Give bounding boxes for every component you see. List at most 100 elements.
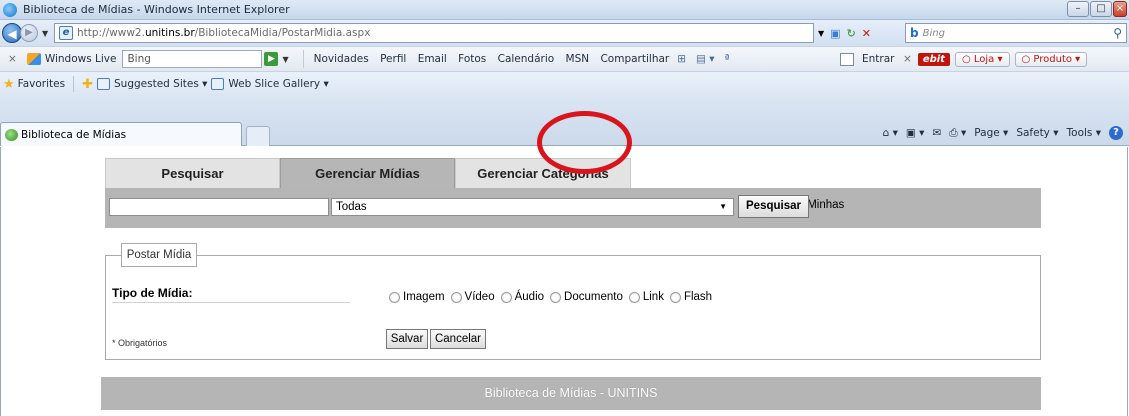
tab-gerenciar-midias[interactable]: Gerenciar Mídias xyxy=(280,158,455,188)
radio-link[interactable]: Link xyxy=(628,291,664,303)
feeds-icon[interactable]: ▣ ▾ xyxy=(906,127,925,139)
forward-button[interactable]: ▶ xyxy=(20,24,38,42)
search-placeholder: Bing xyxy=(922,27,945,39)
page-menu[interactable]: Page ▾ xyxy=(974,127,1008,139)
radio-button[interactable] xyxy=(389,291,400,303)
save-button[interactable]: Salvar xyxy=(386,329,428,349)
tab-pesquisar[interactable]: Pesquisar xyxy=(105,158,280,188)
minimize-button[interactable]: – xyxy=(1067,1,1089,17)
tab-favicon xyxy=(5,128,18,141)
link-email[interactable]: Email xyxy=(418,53,447,65)
url-field[interactable]: e http://www2.unitins.br/BibliotecaMidia… xyxy=(54,23,814,43)
favorites-bar: ★ Favorites ✚ Suggested Sites ▾ Web Slic… xyxy=(0,72,1129,96)
radio-button[interactable] xyxy=(669,291,681,303)
tools-menu[interactable]: Tools ▾ xyxy=(1067,127,1101,139)
radio-documento[interactable]: Documento xyxy=(550,291,623,303)
signin-icon xyxy=(840,52,854,66)
recent-pages-dropdown[interactable]: ▼ xyxy=(42,29,48,38)
suggested-sites-link[interactable]: Suggested Sites ▾ xyxy=(114,78,207,90)
web-slice-icon xyxy=(211,78,225,90)
search-bar: Todas ▼ Somente Minhas Pesquisar xyxy=(105,188,1041,228)
search-input[interactable] xyxy=(109,198,329,216)
search-box[interactable]: b Bing ⚲ xyxy=(905,23,1127,43)
cancel-button[interactable]: Cancelar xyxy=(430,329,486,349)
refresh-icon[interactable]: ↻ xyxy=(847,27,856,40)
window-title: Biblioteca de Mídias - Windows Internet … xyxy=(23,3,290,16)
command-bar: ⌂ ▾ ▣ ▾ ✉ ⎙ ▾ Page ▾ Safety ▾ Tools ▾ ? xyxy=(875,126,1123,140)
toolbar-separator xyxy=(302,50,304,68)
radio-imagem[interactable]: Imagem xyxy=(389,291,445,303)
mail-icon[interactable]: ✉ xyxy=(932,127,941,139)
help-icon[interactable]: ? xyxy=(1109,126,1123,140)
ebit-loja-button[interactable]: ○ Loja ▾ xyxy=(954,51,1010,67)
search-icon[interactable]: ⚲ xyxy=(1113,26,1122,40)
compatibility-view-icon[interactable]: ▣ xyxy=(830,27,840,40)
signin-link[interactable]: Entrar xyxy=(862,53,894,65)
close-window-button[interactable]: × xyxy=(1113,1,1127,17)
safety-menu[interactable]: Safety ▾ xyxy=(1016,127,1058,139)
category-select-value: Todas xyxy=(336,201,367,213)
radio-flash[interactable]: Flash xyxy=(669,291,712,303)
radio-video[interactable]: Vídeo xyxy=(450,291,495,303)
tab-gerenciar-categorias[interactable]: Gerenciar Categorias xyxy=(455,158,631,188)
favorites-button[interactable]: Favorites xyxy=(18,78,65,90)
form-legend: Postar Mídia xyxy=(121,243,197,267)
maximize-button[interactable]: □ xyxy=(1090,1,1112,17)
home-icon[interactable]: ⌂ ▾ xyxy=(883,127,898,139)
share-icon[interactable]: ⊞ xyxy=(677,53,686,65)
favorites-star-icon: ★ xyxy=(3,76,15,92)
radio-button[interactable] xyxy=(628,291,640,303)
url-dropdown-icon[interactable]: ▼ xyxy=(818,29,824,38)
link-fotos[interactable]: Fotos xyxy=(458,53,486,65)
window-right-border xyxy=(1127,147,1128,416)
page-content: Pesquisar Gerenciar Mídias Gerenciar Cat… xyxy=(0,147,1129,416)
browser-tab-bar: Biblioteca de Mídias ⌂ ▾ ▣ ▾ ✉ ⎙ ▾ Page … xyxy=(0,96,1129,146)
favorites-separator xyxy=(73,76,75,92)
close-toolbar-icon[interactable]: × xyxy=(8,53,17,65)
new-tab-button[interactable] xyxy=(246,126,270,146)
window-title-bar: Biblioteca de Mídias - Windows Internet … xyxy=(0,0,1129,20)
url-text[interactable]: http://www2.unitins.br/BibliotecaMidia/P… xyxy=(77,27,370,39)
live-links: Novidades Perfil Email Fotos Calendário … xyxy=(314,53,678,65)
stop-icon[interactable]: ✕ xyxy=(862,27,871,40)
link-compartilhar[interactable]: Compartilhar xyxy=(600,53,669,65)
suggested-sites-icon xyxy=(97,78,110,90)
signin-group: Entrar xyxy=(840,52,894,66)
url-tools: ▼ ▣ ↻ ✕ xyxy=(818,23,877,43)
live-search-input[interactable]: Bing xyxy=(122,50,263,68)
postar-midia-form: Postar Mídia Tipo de Mídia: Imagem Vídeo… xyxy=(105,243,1041,360)
ebit-toolbar: × ebit ○ Loja ▾ ○ Produto ▾ xyxy=(903,51,1088,67)
live-search-dropdown[interactable]: ▼ xyxy=(282,55,288,64)
ebit-produto-button[interactable]: ○ Produto ▾ xyxy=(1014,51,1088,67)
add-favorite-icon[interactable]: ✚ xyxy=(82,77,93,92)
window-controls: – □ × xyxy=(1066,1,1127,17)
print-icon[interactable]: ⎙ ▾ xyxy=(949,127,966,140)
live-search-go-icon[interactable]: ▶ xyxy=(264,52,279,66)
tipo-midia-label: Tipo de Mídia: xyxy=(112,286,193,300)
radio-button[interactable] xyxy=(500,291,512,303)
windows-live-icon xyxy=(26,53,41,65)
windows-live-label[interactable]: Windows Live xyxy=(45,53,117,65)
category-select[interactable]: Todas ▼ xyxy=(331,198,734,216)
windows-live-toolbar: × Windows Live Bing ▶ ▼ Novidades Perfil… xyxy=(0,46,1129,72)
media-type-radio-group: Imagem Vídeo Áudio Documento Link Flash xyxy=(389,291,718,303)
link-msn[interactable]: MSN xyxy=(566,53,590,65)
site-footer: Biblioteca de Mídias - UNITINS xyxy=(101,377,1041,410)
label-underline xyxy=(112,302,350,303)
ebit-logo[interactable]: ebit xyxy=(917,52,950,66)
translate-icon[interactable]: ª xyxy=(725,53,730,65)
back-button[interactable]: ◀ xyxy=(2,23,22,43)
close-ebit-icon[interactable]: × xyxy=(903,53,912,65)
web-slice-gallery-link[interactable]: Web Slice Gallery ▾ xyxy=(228,78,328,90)
browser-tab-active[interactable]: Biblioteca de Mídias xyxy=(0,122,242,146)
link-perfil[interactable]: Perfil xyxy=(380,53,406,65)
radio-button[interactable] xyxy=(450,291,462,303)
page-icon: e xyxy=(59,26,73,40)
notes-icon[interactable]: ▤ ▾ xyxy=(696,53,715,65)
link-novidades[interactable]: Novidades xyxy=(314,53,369,65)
link-calendario[interactable]: Calendário xyxy=(498,53,555,65)
address-bar: ◀ ▶ ▼ e http://www2.unitins.br/Bibliotec… xyxy=(0,20,1129,46)
radio-button[interactable] xyxy=(550,291,562,303)
search-button[interactable]: Pesquisar xyxy=(738,195,809,218)
radio-audio[interactable]: Áudio xyxy=(500,291,544,303)
